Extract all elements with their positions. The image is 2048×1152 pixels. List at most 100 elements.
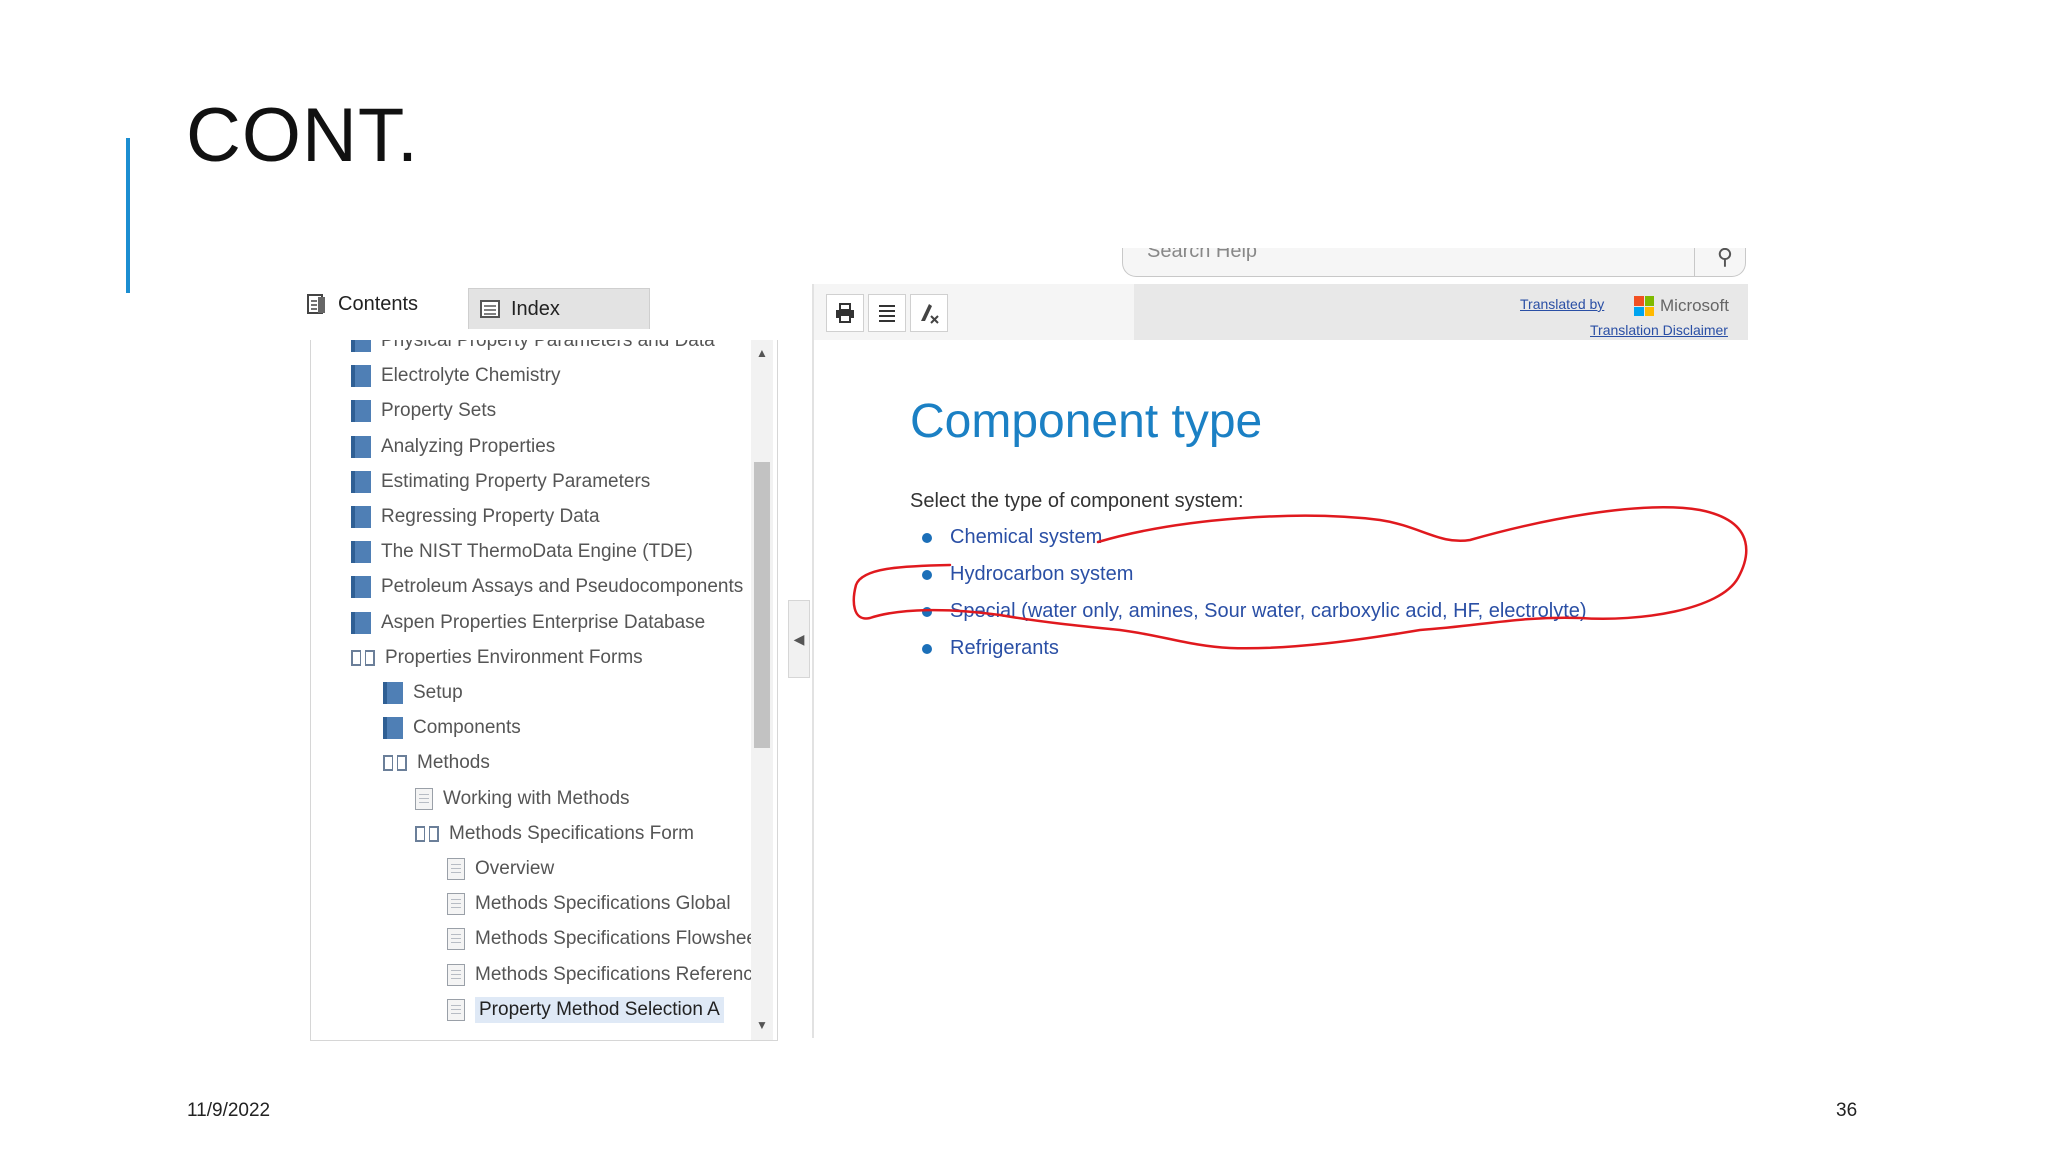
tree-item-label: Aspen Properties Enterprise Database [381,611,706,633]
tree-item[interactable]: Overview [447,854,554,884]
page-icon [447,928,465,951]
tree-item[interactable]: Setup [383,678,463,708]
bullet-icon [922,643,932,654]
content-heading: Component type [910,395,1263,448]
chevron-left-icon: ◀ [793,630,805,647]
book-open-icon [415,824,439,844]
translation-disclaimer-link[interactable]: Translation Disclaimer [1590,322,1728,338]
tree-item[interactable]: Physical Property Parameters and Data [351,340,715,356]
book-open-icon [351,648,375,668]
list-view-button[interactable] [868,294,906,332]
tree-item[interactable]: Components [383,713,521,743]
translated-by-link[interactable]: Translated by [1520,296,1604,312]
collapse-pane-button[interactable]: ◀ [788,600,810,678]
search-divider [1694,248,1695,276]
tree-item-label: Components [413,717,521,739]
tree-item-label: Methods Specifications Global [475,893,731,915]
page-icon [447,998,465,1021]
tree-item[interactable]: Electrolyte Chemistry [351,361,561,391]
tree-item-label: Methods [417,752,490,774]
book-closed-icon [351,365,371,388]
tab-contents[interactable]: Contents [300,282,466,326]
book-closed-icon [351,541,371,564]
tree-item[interactable]: Working with Methods [415,784,630,814]
tree-item-label: Electrolyte Chemistry [381,365,561,387]
tree-item-label: Methods Specifications Flowsheet [475,928,751,950]
tree-item[interactable]: Methods Specifications Global [447,889,731,919]
search-icon[interactable]: ⚲ [1717,248,1733,270]
scroll-thumb[interactable] [754,462,770,748]
page-icon [447,963,465,986]
tree-item[interactable]: Petroleum Assays and Pseudocomponents [351,572,743,602]
book-closed-icon [383,717,403,740]
tree-item[interactable]: Regressing Property Data [351,502,600,532]
tree-item-label: Physical Property Parameters and Data [381,340,715,351]
book-closed-icon [351,340,371,352]
microsoft-logo-icon [1634,296,1654,316]
contents-icon [307,294,325,314]
list-item[interactable]: Refrigerants [922,637,1059,660]
help-content-pane: Translated by Microsoft Translation Disc… [812,284,1748,1038]
tree-item[interactable]: Aspen Properties Enterprise Database [351,608,705,638]
tree-item[interactable]: Methods [383,748,490,778]
book-closed-icon [351,470,371,493]
book-closed-icon [351,611,371,634]
clear-highlight-button[interactable] [910,294,948,332]
bullet-icon [922,532,932,543]
page-icon [447,893,465,916]
list-item-link[interactable]: Chemical system [950,526,1102,549]
tree-item-label: Overview [475,858,555,879]
book-open-icon [383,753,407,773]
microsoft-logo[interactable]: Microsoft [1634,296,1729,316]
tree-item-label: Estimating Property Parameters [381,470,651,492]
book-closed-icon [351,506,371,528]
tree-item[interactable]: Properties Environment Forms [351,643,643,673]
tree-item-label: Petroleum Assays and Pseudocomponents [381,576,744,598]
tree-item-label: Methods Specifications Form [449,822,694,844]
page-icon [415,787,433,810]
slide-accent-bar [126,138,130,293]
tree-item-label: The NIST ThermoData Engine (TDE) [381,541,693,563]
book-closed-icon [351,435,371,458]
tree-item-label: Setup [413,682,463,703]
slide-title: CONT. [186,93,419,178]
tree-item[interactable]: The NIST ThermoData Engine (TDE) [351,537,693,567]
tree-item[interactable]: Property Method Selection A [447,995,724,1025]
tree-scrollbar[interactable]: ▲ ▼ [751,340,773,1040]
list-item[interactable]: Special (water only, amines, Sour water,… [922,600,1587,623]
tree-item[interactable]: Methods Specifications Referenced [447,960,751,990]
list-item[interactable]: Chemical system [922,526,1102,549]
tree-item[interactable]: Methods Specifications Form [415,819,694,849]
bullet-icon [922,606,932,617]
print-button[interactable] [826,294,864,332]
tree-item-label: Working with Methods [443,787,630,809]
help-window-screenshot: Contents Index Physical Property Paramet… [300,248,1750,1041]
list-item-link[interactable]: Hydrocarbon system [950,563,1133,586]
tab-contents-label: Contents [338,292,419,315]
content-intro: Select the type of component system: [910,490,1244,512]
tree-item[interactable]: Methods Specifications Flowsheet [447,924,751,954]
slide-date: 11/9/2022 [187,1100,271,1121]
clear-highlight-icon [921,304,939,324]
tree-item-label: Properties Environment Forms [385,646,643,668]
list-item-link[interactable]: Refrigerants [950,637,1059,660]
microsoft-label: Microsoft [1660,296,1729,315]
help-toolbar: Translated by Microsoft Translation Disc… [814,284,1748,340]
search-placeholder: Search Help [1147,248,1258,262]
tree-item-label: Methods Specifications Referenced [475,963,751,985]
scroll-down-arrow-icon[interactable]: ▼ [756,1018,768,1032]
tree-item[interactable]: Analyzing Properties [351,432,555,462]
list-item[interactable]: Hydrocarbon system [922,563,1133,586]
list-item-link[interactable]: Special (water only, amines, Sour water,… [950,600,1587,623]
search-help-input[interactable]: Search Help ⚲ [1122,248,1746,277]
tree-item-label: Analyzing Properties [381,435,556,457]
tab-index[interactable]: Index [468,288,650,329]
scroll-up-arrow-icon[interactable]: ▲ [756,346,768,360]
tree-item[interactable]: Property Sets [351,396,496,426]
slide-page-number: 36 [1836,1100,1858,1121]
index-icon [480,300,500,318]
book-closed-icon [383,682,403,704]
tree-item[interactable]: Estimating Property Parameters [351,467,650,497]
bullet-icon [922,569,932,580]
book-closed-icon [351,400,371,423]
